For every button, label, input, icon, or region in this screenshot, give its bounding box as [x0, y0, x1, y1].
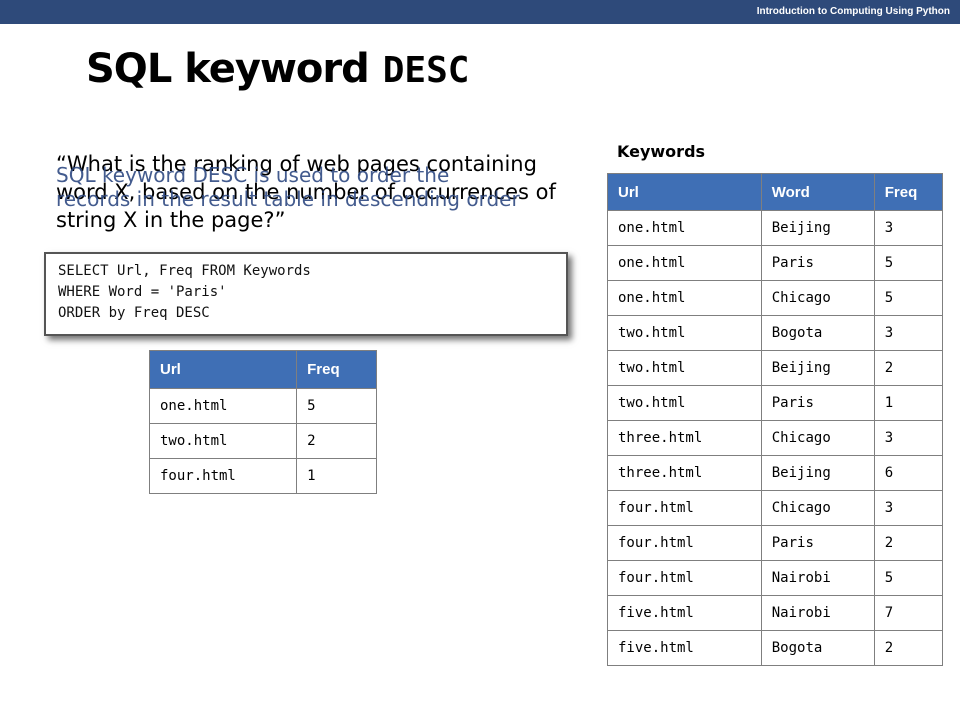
keywords-cell-word: Paris [760, 245, 875, 281]
keywords-cell-freq: 1 [873, 385, 944, 421]
keywords-cell-url: two.html [607, 315, 762, 351]
keywords-cell-freq: 5 [873, 245, 944, 281]
description-text: SQL keyword DESC is used to order the re… [56, 163, 520, 211]
result-cell-freq: 1 [296, 458, 377, 494]
table-row: one.html Beijing 3 [607, 210, 944, 246]
keywords-cell-freq: 5 [873, 280, 944, 316]
keywords-cell-freq: 2 [873, 630, 944, 666]
keywords-header-word: Word [760, 173, 875, 211]
slide-title: SQL keyword DESC [86, 46, 469, 92]
table-row: one.html Chicago 5 [607, 280, 944, 316]
keywords-table-title: Keywords [617, 142, 706, 161]
keywords-cell-freq: 6 [873, 455, 944, 491]
keywords-cell-url: two.html [607, 385, 762, 421]
keywords-cell-url: four.html [607, 560, 762, 596]
table-row: four.html Nairobi 5 [607, 560, 944, 596]
table-row: one.html 5 [148, 388, 377, 424]
sql-line-3: ORDER by Freq DESC [58, 305, 210, 321]
keywords-header-url: Url [607, 173, 762, 211]
keywords-cell-url: five.html [607, 595, 762, 631]
result-table: Url Freq one.html 5 two.html 2 four.html… [148, 350, 377, 494]
table-row: three.html Chicago 3 [607, 420, 944, 456]
keywords-cell-word: Beijing [760, 455, 875, 491]
sql-code-box: SELECT Url, Freq FROM Keywords WHERE Wor… [44, 252, 568, 336]
keywords-cell-freq: 7 [873, 595, 944, 631]
top-header-bar: Introduction to Computing Using Python [0, 0, 960, 24]
sql-line-2: WHERE Word = 'Paris' [58, 284, 227, 300]
slide-title-prefix: SQL keyword [86, 46, 370, 92]
keywords-cell-freq: 2 [873, 350, 944, 386]
table-row: two.html Paris 1 [607, 385, 944, 421]
keywords-cell-freq: 3 [873, 420, 944, 456]
keywords-cell-word: Chicago [760, 420, 875, 456]
keywords-cell-word: Paris [760, 385, 875, 421]
keywords-cell-freq: 3 [873, 490, 944, 526]
table-row: two.html Bogota 3 [607, 315, 944, 351]
keywords-cell-url: three.html [607, 455, 762, 491]
table-row: five.html Nairobi 7 [607, 595, 944, 631]
course-title: Introduction to Computing Using Python [756, 6, 950, 17]
result-table-header-row: Url Freq [148, 350, 377, 389]
keywords-cell-url: four.html [607, 525, 762, 561]
keywords-cell-url: five.html [607, 630, 762, 666]
keywords-table: Url Word Freq one.html Beijing 3 one.html Pa… [607, 173, 944, 666]
table-row: two.html 2 [148, 423, 377, 459]
table-row: three.html Beijing 6 [607, 455, 944, 491]
result-cell-freq: 2 [296, 423, 377, 459]
table-row: four.html Paris 2 [607, 525, 944, 561]
result-header-url: Url [148, 350, 298, 389]
result-cell-freq: 5 [296, 388, 377, 424]
keywords-cell-word: Chicago [760, 280, 875, 316]
result-cell-url: two.html [148, 423, 298, 459]
table-row: one.html Paris 5 [607, 245, 944, 281]
keywords-cell-url: four.html [607, 490, 762, 526]
keywords-cell-word: Nairobi [760, 595, 875, 631]
table-row: five.html Bogota 2 [607, 630, 944, 666]
slide-title-keyword: DESC [382, 50, 470, 91]
keywords-cell-freq: 5 [873, 560, 944, 596]
keywords-cell-word: Nairobi [760, 560, 875, 596]
keywords-cell-url: one.html [607, 210, 762, 246]
result-header-freq: Freq [296, 350, 377, 389]
keywords-cell-url: three.html [607, 420, 762, 456]
keywords-header-freq: Freq [873, 173, 944, 211]
keywords-cell-freq: 3 [873, 315, 944, 351]
table-row: four.html Chicago 3 [607, 490, 944, 526]
keywords-cell-freq: 3 [873, 210, 944, 246]
keywords-cell-url: one.html [607, 245, 762, 281]
keywords-cell-url: two.html [607, 350, 762, 386]
table-row: four.html 1 [148, 458, 377, 494]
sql-line-1: SELECT Url, Freq FROM Keywords [58, 263, 311, 279]
keywords-cell-word: Chicago [760, 490, 875, 526]
keywords-cell-word: Beijing [760, 210, 875, 246]
keywords-cell-word: Paris [760, 525, 875, 561]
result-cell-url: one.html [148, 388, 298, 424]
table-row: two.html Beijing 2 [607, 350, 944, 386]
keywords-table-header-row: Url Word Freq [607, 173, 944, 211]
keywords-cell-word: Beijing [760, 350, 875, 386]
result-cell-url: four.html [148, 458, 298, 494]
keywords-cell-url: one.html [607, 280, 762, 316]
keywords-cell-word: Bogota [760, 630, 875, 666]
keywords-cell-freq: 2 [873, 525, 944, 561]
keywords-cell-word: Bogota [760, 315, 875, 351]
